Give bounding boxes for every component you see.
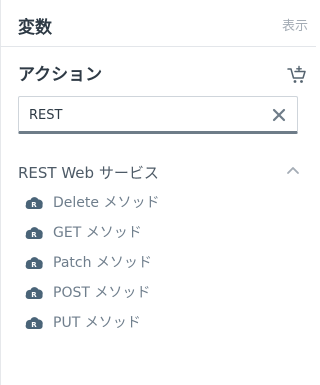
svg-text:R: R	[31, 321, 37, 329]
action-list: R Delete メソッド R GET メソッド R Patch メソッド R …	[0, 189, 316, 339]
rest-cloud-icon: R	[25, 227, 43, 239]
action-item-get-method[interactable]: R GET メソッド	[0, 219, 316, 249]
chevron-up-icon	[287, 167, 299, 174]
search-field	[18, 96, 298, 134]
action-label: Patch メソッド	[53, 255, 152, 271]
search-input[interactable]	[29, 104, 259, 126]
rest-cloud-icon: R	[25, 197, 43, 209]
action-label: GET メソッド	[53, 225, 142, 241]
action-item-post-method[interactable]: R POST メソッド	[0, 279, 316, 309]
action-label: Delete メソッド	[53, 195, 160, 211]
svg-text:R: R	[31, 231, 37, 239]
actions-panel: 変数 表示 アクション REST Web サービス R	[0, 0, 316, 385]
action-item-delete-method[interactable]: R Delete メソッド	[0, 189, 316, 219]
group-label: REST Web サービス	[18, 164, 159, 182]
variables-title: 変数	[18, 18, 52, 38]
rest-cloud-icon: R	[25, 257, 43, 269]
svg-text:R: R	[31, 261, 37, 269]
action-label: PUT メソッド	[53, 315, 141, 331]
action-label: POST メソッド	[53, 285, 151, 301]
rest-web-service-group-header[interactable]: REST Web サービス	[18, 161, 302, 183]
variables-header: 変数 表示	[0, 0, 316, 47]
svg-text:R: R	[31, 291, 37, 299]
clear-search-icon[interactable]	[270, 106, 288, 124]
action-item-put-method[interactable]: R PUT メソッド	[0, 309, 316, 339]
show-variables-link[interactable]: 表示	[282, 15, 308, 34]
cart-plus-icon[interactable]	[286, 64, 308, 86]
rest-cloud-icon: R	[25, 287, 43, 299]
actions-title: アクション	[18, 65, 103, 85]
svg-text:R: R	[31, 201, 37, 209]
rest-cloud-icon: R	[25, 317, 43, 329]
action-item-patch-method[interactable]: R Patch メソッド	[0, 249, 316, 279]
